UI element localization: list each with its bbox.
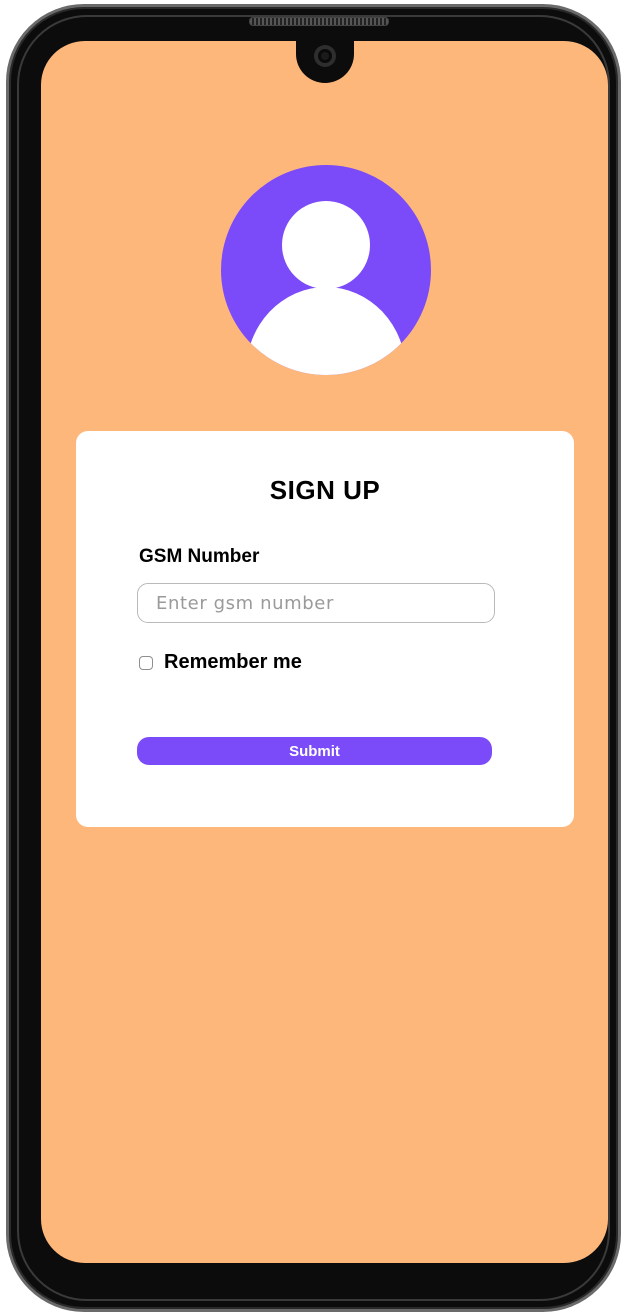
front-camera-icon (314, 45, 336, 67)
gsm-number-label: GSM Number (139, 546, 260, 567)
remember-me-label: Remember me (164, 651, 302, 673)
submit-button[interactable]: Submit (137, 737, 492, 765)
avatar-body (246, 287, 406, 375)
signup-title: SIGN UP (269, 475, 381, 505)
speaker-grille (249, 17, 389, 26)
signup-card: SIGN UP GSM Number Remember me Submit (76, 431, 574, 827)
remember-me-checkbox[interactable] (139, 655, 153, 670)
camera-notch (296, 41, 354, 83)
phone-frame: SIGN UP GSM Number Remember me Submit (6, 4, 621, 1312)
avatar-head (282, 201, 370, 289)
remember-me-row[interactable]: Remember me (139, 651, 302, 674)
user-avatar-icon (221, 165, 431, 375)
gsm-number-input[interactable] (137, 583, 495, 623)
phone-screen: SIGN UP GSM Number Remember me Submit (41, 41, 608, 1263)
